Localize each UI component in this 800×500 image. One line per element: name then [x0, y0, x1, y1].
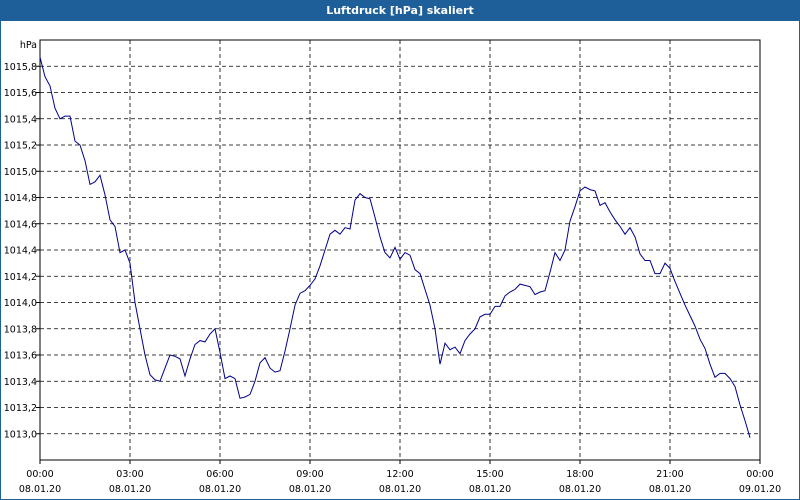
series-line-luftdruck — [39, 56, 751, 438]
x-tick-date: 08.01.20 — [559, 484, 601, 495]
x-tick-date: 08.01.20 — [289, 484, 331, 495]
y-tick-label: 1015,4 — [4, 114, 37, 125]
y-tick-label: 1014,6 — [4, 219, 37, 230]
x-tick-time: 09:00 — [296, 469, 323, 480]
x-tick-date: 08.01.20 — [19, 484, 61, 495]
grid-lines — [39, 40, 761, 460]
y-tick-label: 1014,8 — [4, 193, 37, 204]
x-tick-date: 08.01.20 — [379, 484, 421, 495]
x-tick-time: 06:00 — [206, 469, 233, 480]
x-tick-time: 18:00 — [566, 469, 593, 480]
y-tick-label: 1013,4 — [4, 377, 37, 388]
x-tick-date: 08.01.20 — [199, 484, 241, 495]
x-tick-date: 09.01.20 — [739, 484, 781, 495]
x-tick-time: 03:00 — [116, 469, 143, 480]
x-tick-time: 15:00 — [476, 469, 503, 480]
y-tick-label: 1013,8 — [4, 324, 37, 335]
x-tick-date: 08.01.20 — [649, 484, 691, 495]
x-tick-time: 00:00 — [26, 469, 53, 480]
y-tick-label: 1015,8 — [4, 62, 37, 73]
y-tick-label: 1013,2 — [4, 403, 37, 414]
x-tick-date: 08.01.20 — [109, 484, 151, 495]
y-tick-label: 1015,0 — [4, 167, 37, 178]
y-tick-label: 1015,6 — [4, 88, 37, 99]
line-chart: 1013,0 1013,2 1013,4 1013,6 1013,8 1014,0 1014… — [4, 39, 781, 495]
x-tick-time: 12:00 — [386, 469, 413, 480]
x-axis-ticks: 00:00 08.01.20 03:00 08.01.20 06:00 08.01.20 0… — [19, 460, 781, 495]
y-axis-unit: hPa — [20, 40, 37, 51]
y-axis-ticks: 1013,0 1013,2 1013,4 1013,6 1013,8 1014,0 1014… — [4, 62, 40, 440]
y-tick-label: 1013,0 — [4, 429, 37, 440]
y-tick-label: 1014,0 — [4, 298, 37, 309]
x-tick-time: 21:00 — [656, 469, 683, 480]
y-tick-label: 1015,2 — [4, 141, 37, 152]
y-tick-label: 1013,6 — [4, 351, 37, 362]
x-tick-date: 08.01.20 — [469, 484, 511, 495]
y-tick-label: 1014,4 — [4, 246, 37, 257]
y-tick-label: 1014,2 — [4, 272, 37, 283]
x-tick-time: 00:00 — [746, 469, 773, 480]
